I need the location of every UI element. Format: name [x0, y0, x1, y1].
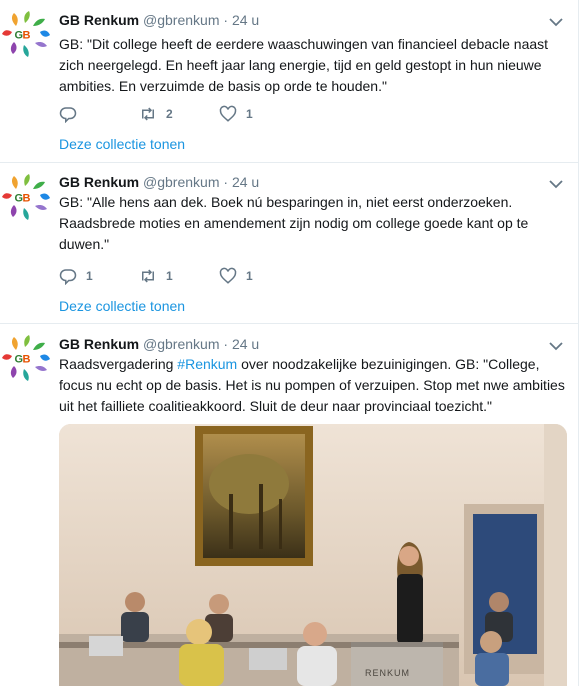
- retweet-button[interactable]: 1: [139, 267, 219, 285]
- tweet-text-start: Raadsvergadering: [59, 356, 178, 372]
- retweet-count: 1: [166, 269, 173, 283]
- timestamp[interactable]: 24 u: [232, 12, 259, 28]
- author-handle[interactable]: @gbrenkum: [143, 336, 219, 352]
- gb-logo-icon[interactable]: G B: [2, 334, 50, 382]
- reply-icon: [59, 269, 77, 285]
- author-name[interactable]: GB Renkum: [59, 174, 139, 190]
- podium: [351, 642, 443, 686]
- tweet-actions: 1 1 1: [59, 266, 299, 286]
- svg-text:B: B: [23, 354, 31, 366]
- tweet-header: GB Renkum @gbrenkum · 24 u: [59, 172, 259, 192]
- tweet-text: GB: "Dit college heeft de eerdere waasch…: [59, 36, 549, 94]
- timestamp[interactable]: 24 u: [232, 174, 259, 190]
- tweet-text: GB: "Alle hens aan dek. Boek nú besparin…: [59, 194, 529, 252]
- separator-dot: ·: [223, 174, 229, 190]
- separator-dot: ·: [223, 12, 229, 28]
- tweet-text: Raadsvergadering #Renkum over noodzakeli…: [59, 354, 567, 417]
- show-collection-link[interactable]: Deze collectie tonen: [59, 297, 185, 315]
- retweet-button[interactable]: 2: [139, 105, 219, 123]
- chevron-down-icon[interactable]: [548, 338, 564, 354]
- hashtag-link[interactable]: #Renkum: [177, 356, 237, 372]
- like-count: 1: [246, 107, 253, 121]
- council-meeting-photo: RENKUM: [59, 424, 567, 686]
- tweet[interactable]: G B GB Renkum @gbrenkum · 24 u Raadsverg…: [0, 324, 578, 686]
- reply-button[interactable]: 1: [59, 267, 139, 285]
- svg-text:B: B: [23, 193, 31, 205]
- retweet-icon: [142, 107, 154, 121]
- tweet[interactable]: G B GB Renkum @gbrenkum · 24 u GB: "Dit …: [0, 0, 578, 163]
- heart-icon: [219, 105, 237, 122]
- like-button[interactable]: 1: [219, 267, 299, 285]
- reply-count: 1: [86, 269, 93, 283]
- heart-icon: [219, 267, 237, 284]
- gb-logo-icon[interactable]: G B: [2, 10, 50, 58]
- timeline: G B GB Renkum @gbrenkum · 24 u GB: "Dit …: [0, 0, 579, 686]
- like-button[interactable]: 1: [219, 105, 299, 123]
- timestamp[interactable]: 24 u: [232, 336, 259, 352]
- show-collection-link[interactable]: Deze collectie tonen: [59, 135, 185, 153]
- retweet-count: 2: [166, 107, 173, 121]
- tweet-header: GB Renkum @gbrenkum · 24 u: [59, 334, 259, 354]
- author-handle[interactable]: @gbrenkum: [143, 174, 219, 190]
- chevron-down-icon[interactable]: [548, 176, 564, 192]
- author-handle[interactable]: @gbrenkum: [143, 12, 219, 28]
- retweet-icon: [142, 269, 154, 283]
- author-name[interactable]: GB Renkum: [59, 336, 139, 352]
- svg-text:B: B: [23, 30, 31, 42]
- tweet-header: GB Renkum @gbrenkum · 24 u: [59, 10, 259, 30]
- tweet[interactable]: G B GB Renkum @gbrenkum · 24 u GB: "Alle…: [0, 163, 578, 324]
- like-count: 1: [246, 269, 253, 283]
- gb-logo-icon[interactable]: G B: [2, 173, 50, 221]
- tweet-actions: 2 1: [59, 104, 299, 124]
- author-name[interactable]: GB Renkum: [59, 12, 139, 28]
- chevron-down-icon[interactable]: [548, 14, 564, 30]
- tweet-photo[interactable]: RENKUM: [59, 424, 567, 686]
- reply-button[interactable]: [59, 105, 139, 123]
- separator-dot: ·: [223, 336, 229, 352]
- reply-icon: [59, 107, 77, 123]
- podium-label: RENKUM: [365, 668, 410, 678]
